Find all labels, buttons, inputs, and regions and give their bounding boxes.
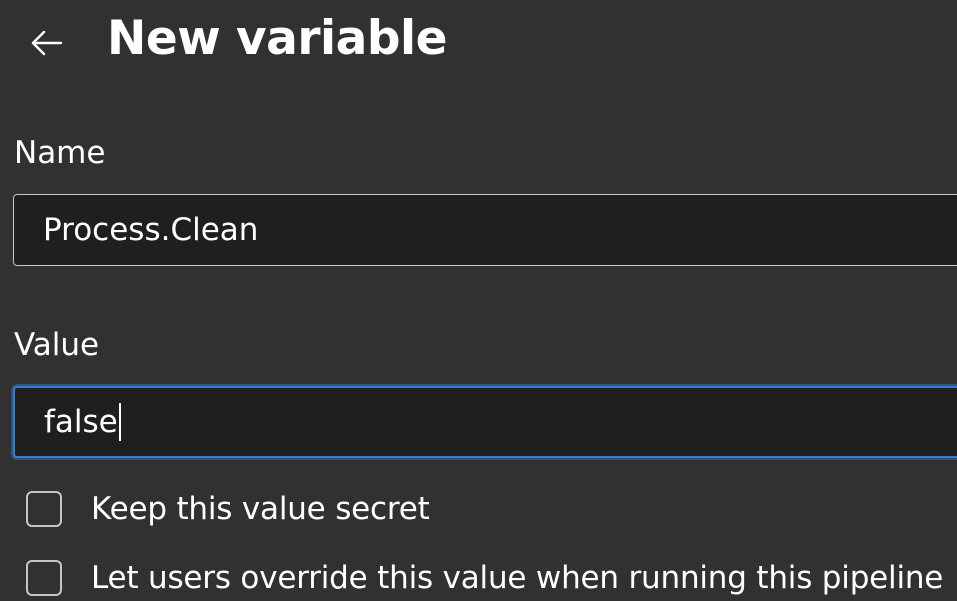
keep-secret-checkbox[interactable] [26,491,62,527]
page-title: New variable [107,11,447,66]
keep-secret-label: Keep this value secret [91,491,430,527]
name-input-value: Process.Clean [43,212,259,248]
keep-secret-option[interactable]: Keep this value secret [26,487,430,531]
allow-override-label: Let users override this value when runni… [91,560,944,596]
value-input[interactable]: false [13,386,957,458]
allow-override-checkbox[interactable] [26,560,62,596]
text-caret [118,403,121,441]
allow-override-option[interactable]: Let users override this value when runni… [26,556,943,600]
back-button[interactable] [18,20,74,66]
panel-header: New variable [0,0,957,82]
name-label: Name [14,135,106,171]
value-input-text-wrapper: false [44,388,121,456]
arrow-left-icon [29,29,63,57]
value-label: Value [14,327,100,363]
value-input-value: false [44,404,118,440]
name-input[interactable]: Process.Clean [13,194,957,266]
